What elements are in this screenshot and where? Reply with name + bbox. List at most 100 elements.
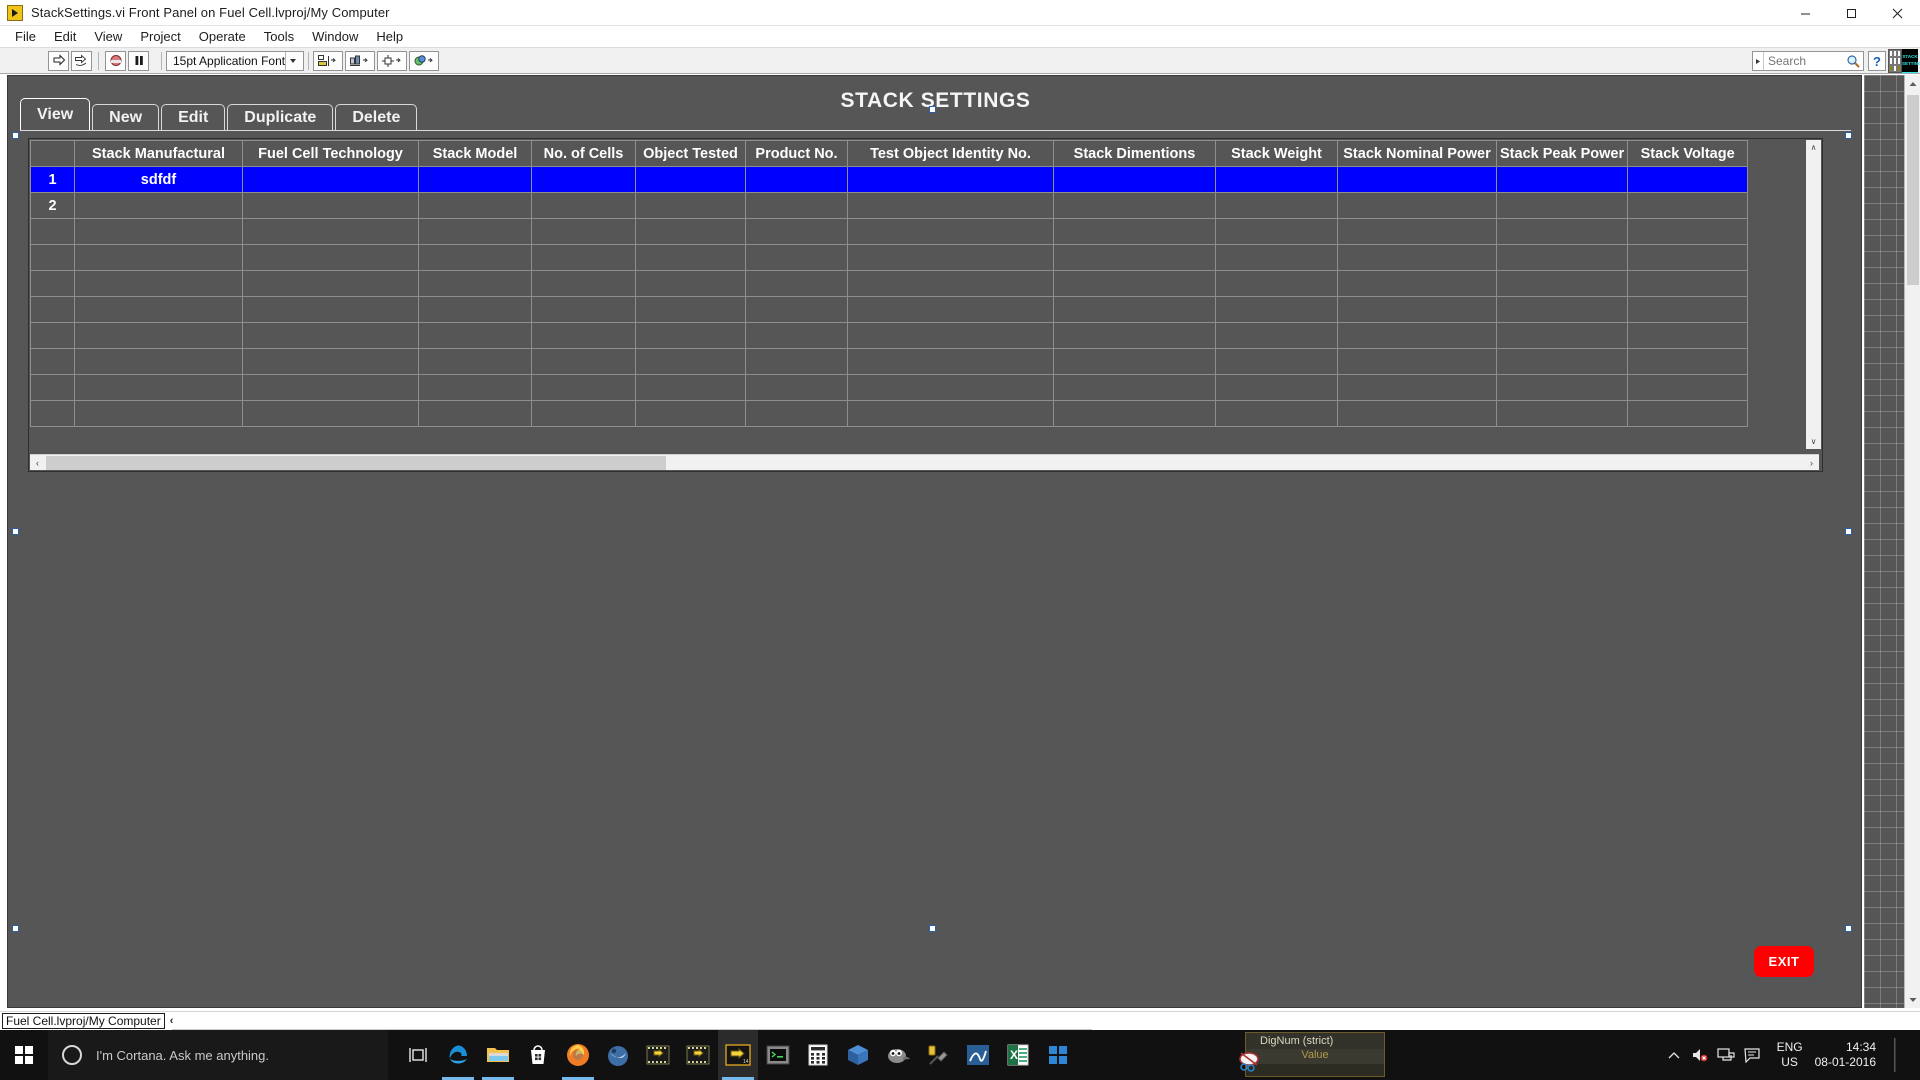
- stack-settings-table[interactable]: Stack Manufactural Fuel Cell Technology St…: [28, 138, 1823, 472]
- search-dropdown-icon[interactable]: [1753, 52, 1764, 70]
- table-cell[interactable]: [531, 244, 636, 271]
- scroll-down-button[interactable]: ∨: [1806, 434, 1821, 449]
- menu-item-operate[interactable]: Operate: [190, 27, 255, 47]
- tab-new[interactable]: New: [92, 104, 160, 130]
- table-cell[interactable]: [1495, 296, 1629, 323]
- table-column-header[interactable]: Stack Voltage: [1627, 140, 1749, 167]
- table-viewport[interactable]: Stack Manufactural Fuel Cell Technology St…: [30, 140, 1804, 449]
- table-column-header[interactable]: Fuel Cell Technology: [242, 140, 419, 167]
- table-cell[interactable]: [74, 400, 243, 427]
- table-cell[interactable]: [242, 166, 419, 193]
- table-row-index[interactable]: 1: [30, 166, 75, 193]
- labview-signal-icon[interactable]: [958, 1030, 998, 1080]
- abort-execution-icon[interactable]: [105, 50, 126, 71]
- table-cell[interactable]: [74, 270, 243, 297]
- table-cell[interactable]: [1215, 348, 1338, 375]
- table-cell[interactable]: [847, 192, 1054, 219]
- gimp-icon[interactable]: [878, 1030, 918, 1080]
- selection-handle-foot-right[interactable]: [1845, 925, 1852, 932]
- table-column-header[interactable]: Stack Nominal Power: [1337, 140, 1497, 167]
- table-cell[interactable]: [635, 166, 746, 193]
- terminal-icon[interactable]: [758, 1030, 798, 1080]
- table-row-index[interactable]: [30, 348, 75, 375]
- table-cell[interactable]: [1337, 244, 1497, 271]
- table-row[interactable]: 2: [30, 192, 1749, 219]
- table-cell[interactable]: [418, 192, 532, 219]
- table-cell[interactable]: [418, 270, 532, 297]
- table-cell[interactable]: [1337, 400, 1497, 427]
- table-cell[interactable]: [847, 218, 1054, 245]
- table-cell[interactable]: [1215, 400, 1338, 427]
- table-column-header[interactable]: Stack Weight: [1215, 140, 1338, 167]
- table-cell[interactable]: [531, 400, 636, 427]
- table-row-index[interactable]: [30, 218, 75, 245]
- magnifier-icon[interactable]: [1846, 54, 1860, 68]
- table-cell[interactable]: [1337, 218, 1497, 245]
- font-selector[interactable]: 15pt Application Font: [166, 50, 305, 71]
- table-cell[interactable]: [531, 322, 636, 349]
- table-cell[interactable]: [418, 400, 532, 427]
- table-column-header[interactable]: Product No.: [745, 140, 848, 167]
- table-row[interactable]: [30, 348, 1749, 375]
- table-cell[interactable]: [1215, 270, 1338, 297]
- table-cell[interactable]: [1627, 270, 1749, 297]
- vi-icon-pane[interactable]: STACK SETTINGS: [1888, 49, 1920, 73]
- table-cell[interactable]: [74, 244, 243, 271]
- table-row[interactable]: [30, 400, 1749, 427]
- table-cell[interactable]: [74, 374, 243, 401]
- vi-connector-pane-icon[interactable]: [1888, 49, 1902, 73]
- table-cell[interactable]: [1053, 348, 1216, 375]
- table-cell[interactable]: [635, 374, 746, 401]
- table-row[interactable]: [30, 296, 1749, 323]
- chevron-down-icon[interactable]: [285, 51, 299, 70]
- run-continuously-icon[interactable]: [71, 50, 92, 71]
- table-row[interactable]: [30, 374, 1749, 401]
- pause-icon[interactable]: [128, 50, 149, 71]
- task-view-icon[interactable]: [398, 1030, 438, 1080]
- selection-handle-bottom-left[interactable]: [12, 528, 19, 535]
- table-row[interactable]: [30, 322, 1749, 349]
- table-cell[interactable]: [531, 218, 636, 245]
- windows-app-icon[interactable]: [1038, 1030, 1078, 1080]
- table-row[interactable]: [30, 244, 1749, 271]
- table-cell[interactable]: [242, 244, 419, 271]
- table-cell[interactable]: [1053, 270, 1216, 297]
- table-grid[interactable]: Stack Manufactural Fuel Cell Technology St…: [30, 140, 1749, 427]
- table-cell[interactable]: [1215, 192, 1338, 219]
- table-cell[interactable]: [74, 348, 243, 375]
- table-cell[interactable]: [418, 322, 532, 349]
- table-cell[interactable]: [74, 322, 243, 349]
- distribute-objects-icon[interactable]: [345, 50, 376, 71]
- table-cell[interactable]: [1053, 322, 1216, 349]
- 3d-viewer-icon[interactable]: [838, 1030, 878, 1080]
- table-cell[interactable]: [1627, 192, 1749, 219]
- table-cell[interactable]: [1337, 166, 1497, 193]
- menu-item-window[interactable]: Window: [303, 27, 367, 47]
- exit-button[interactable]: EXIT: [1754, 946, 1814, 977]
- table-cell[interactable]: [1495, 192, 1629, 219]
- run-arrow-icon[interactable]: [48, 50, 69, 71]
- status-expand-caret[interactable]: ‹: [170, 1015, 174, 1027]
- network-icon[interactable]: [1713, 1030, 1739, 1080]
- table-cell[interactable]: [1215, 166, 1338, 193]
- selection-handle-foot-left[interactable]: [12, 925, 19, 932]
- table-cell[interactable]: [1337, 374, 1497, 401]
- selection-handle-foot-center[interactable]: [929, 925, 936, 932]
- table-cell[interactable]: [242, 296, 419, 323]
- menu-item-view[interactable]: View: [85, 27, 131, 47]
- calculator-icon[interactable]: [798, 1030, 838, 1080]
- scroll-up-button[interactable]: ∧: [1806, 140, 1821, 155]
- table-row[interactable]: 1 sdfdf: [30, 166, 1749, 193]
- table-cell[interactable]: [635, 244, 746, 271]
- table-column-header[interactable]: Test Object Identity No.: [847, 140, 1054, 167]
- table-row-index[interactable]: [30, 244, 75, 271]
- table-cell[interactable]: [418, 218, 532, 245]
- volume-muted-icon[interactable]: [1687, 1030, 1713, 1080]
- table-cell[interactable]: [1627, 218, 1749, 245]
- table-cell[interactable]: [1627, 296, 1749, 323]
- table-cell[interactable]: [242, 270, 419, 297]
- table-row[interactable]: [30, 270, 1749, 297]
- table-cell[interactable]: [1337, 296, 1497, 323]
- show-desktop-button[interactable]: [1882, 1030, 1908, 1080]
- language-indicator[interactable]: ENG US: [1777, 1040, 1803, 1070]
